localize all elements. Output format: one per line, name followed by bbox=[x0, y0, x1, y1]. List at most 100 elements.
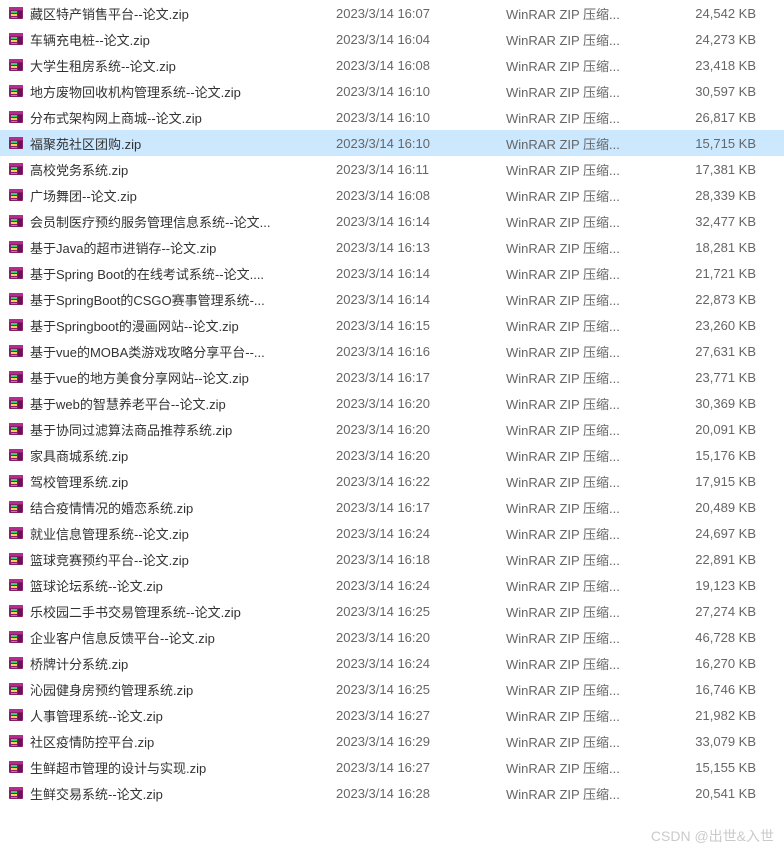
file-size: 30,597 KB bbox=[666, 84, 766, 99]
file-date: 2023/3/14 16:20 bbox=[336, 422, 506, 437]
file-type: WinRAR ZIP 压缩... bbox=[506, 56, 666, 75]
zip-archive-icon bbox=[6, 421, 26, 437]
file-row[interactable]: 基于vue的地方美食分享网站--论文.zip2023/3/14 16:17Win… bbox=[0, 364, 784, 390]
file-name: 就业信息管理系统--论文.zip bbox=[26, 524, 336, 543]
file-size: 22,891 KB bbox=[666, 552, 766, 567]
zip-archive-icon bbox=[6, 395, 26, 411]
file-date: 2023/3/14 16:25 bbox=[336, 604, 506, 619]
file-row[interactable]: 篮球论坛系统--论文.zip2023/3/14 16:24WinRAR ZIP … bbox=[0, 572, 784, 598]
file-size: 15,715 KB bbox=[666, 136, 766, 151]
file-date: 2023/3/14 16:14 bbox=[336, 266, 506, 281]
file-row[interactable]: 桥牌计分系统.zip2023/3/14 16:24WinRAR ZIP 压缩..… bbox=[0, 650, 784, 676]
file-size: 27,631 KB bbox=[666, 344, 766, 359]
file-row[interactable]: 基于Springboot的漫画网站--论文.zip2023/3/14 16:15… bbox=[0, 312, 784, 338]
file-name: 基于Spring Boot的在线考试系统--论文.... bbox=[26, 264, 336, 283]
file-type: WinRAR ZIP 压缩... bbox=[506, 732, 666, 751]
file-type: WinRAR ZIP 压缩... bbox=[506, 342, 666, 361]
file-date: 2023/3/14 16:27 bbox=[336, 708, 506, 723]
zip-archive-icon bbox=[6, 707, 26, 723]
zip-archive-icon bbox=[6, 655, 26, 671]
file-size: 23,418 KB bbox=[666, 58, 766, 73]
file-row[interactable]: 高校党务系统.zip2023/3/14 16:11WinRAR ZIP 压缩..… bbox=[0, 156, 784, 182]
file-name: 地方废物回收机构管理系统--论文.zip bbox=[26, 82, 336, 101]
zip-archive-icon bbox=[6, 31, 26, 47]
file-type: WinRAR ZIP 压缩... bbox=[506, 654, 666, 673]
zip-archive-icon bbox=[6, 265, 26, 281]
file-name: 沁园健身房预约管理系统.zip bbox=[26, 680, 336, 699]
file-size: 20,489 KB bbox=[666, 500, 766, 515]
file-type: WinRAR ZIP 压缩... bbox=[506, 134, 666, 153]
file-row[interactable]: 就业信息管理系统--论文.zip2023/3/14 16:24WinRAR ZI… bbox=[0, 520, 784, 546]
zip-archive-icon bbox=[6, 291, 26, 307]
zip-archive-icon bbox=[6, 603, 26, 619]
file-row[interactable]: 篮球竞赛预约平台--论文.zip2023/3/14 16:18WinRAR ZI… bbox=[0, 546, 784, 572]
zip-archive-icon bbox=[6, 135, 26, 151]
file-name: 会员制医疗预约服务管理信息系统--论文... bbox=[26, 212, 336, 231]
file-row[interactable]: 车辆充电桩--论文.zip2023/3/14 16:04WinRAR ZIP 压… bbox=[0, 26, 784, 52]
file-type: WinRAR ZIP 压缩... bbox=[506, 420, 666, 439]
zip-archive-icon bbox=[6, 109, 26, 125]
file-size: 26,817 KB bbox=[666, 110, 766, 125]
file-type: WinRAR ZIP 压缩... bbox=[506, 758, 666, 777]
file-type: WinRAR ZIP 压缩... bbox=[506, 394, 666, 413]
file-row[interactable]: 生鲜超市管理的设计与实现.zip2023/3/14 16:27WinRAR ZI… bbox=[0, 754, 784, 780]
file-size: 16,270 KB bbox=[666, 656, 766, 671]
file-type: WinRAR ZIP 压缩... bbox=[506, 290, 666, 309]
zip-archive-icon bbox=[6, 343, 26, 359]
zip-archive-icon bbox=[6, 473, 26, 489]
file-date: 2023/3/14 16:16 bbox=[336, 344, 506, 359]
file-row[interactable]: 沁园健身房预约管理系统.zip2023/3/14 16:25WinRAR ZIP… bbox=[0, 676, 784, 702]
file-type: WinRAR ZIP 压缩... bbox=[506, 30, 666, 49]
file-row[interactable]: 基于web的智慧养老平台--论文.zip2023/3/14 16:20WinRA… bbox=[0, 390, 784, 416]
file-row[interactable]: 会员制医疗预约服务管理信息系统--论文...2023/3/14 16:14Win… bbox=[0, 208, 784, 234]
zip-archive-icon bbox=[6, 161, 26, 177]
file-name: 基于Springboot的漫画网站--论文.zip bbox=[26, 316, 336, 335]
file-date: 2023/3/14 16:20 bbox=[336, 396, 506, 411]
file-type: WinRAR ZIP 压缩... bbox=[506, 368, 666, 387]
file-size: 23,260 KB bbox=[666, 318, 766, 333]
zip-archive-icon bbox=[6, 759, 26, 775]
file-name: 企业客户信息反馈平台--论文.zip bbox=[26, 628, 336, 647]
file-date: 2023/3/14 16:10 bbox=[336, 136, 506, 151]
file-name: 车辆充电桩--论文.zip bbox=[26, 30, 336, 49]
file-name: 生鲜超市管理的设计与实现.zip bbox=[26, 758, 336, 777]
file-size: 22,873 KB bbox=[666, 292, 766, 307]
file-row[interactable]: 基于vue的MOBA类游戏攻略分享平台--...2023/3/14 16:16W… bbox=[0, 338, 784, 364]
file-row[interactable]: 基于Java的超市进销存--论文.zip2023/3/14 16:13WinRA… bbox=[0, 234, 784, 260]
file-date: 2023/3/14 16:24 bbox=[336, 656, 506, 671]
file-row[interactable]: 结合疫情情况的婚恋系统.zip2023/3/14 16:17WinRAR ZIP… bbox=[0, 494, 784, 520]
file-row[interactable]: 基于协同过滤算法商品推荐系统.zip2023/3/14 16:20WinRAR … bbox=[0, 416, 784, 442]
file-type: WinRAR ZIP 压缩... bbox=[506, 316, 666, 335]
file-size: 24,542 KB bbox=[666, 6, 766, 21]
file-row[interactable]: 广场舞团--论文.zip2023/3/14 16:08WinRAR ZIP 压缩… bbox=[0, 182, 784, 208]
file-date: 2023/3/14 16:10 bbox=[336, 110, 506, 125]
zip-archive-icon bbox=[6, 785, 26, 801]
file-row[interactable]: 基于SpringBoot的CSGO赛事管理系统-...2023/3/14 16:… bbox=[0, 286, 784, 312]
zip-archive-icon bbox=[6, 499, 26, 515]
file-row[interactable]: 地方废物回收机构管理系统--论文.zip2023/3/14 16:10WinRA… bbox=[0, 78, 784, 104]
file-row[interactable]: 大学生租房系统--论文.zip2023/3/14 16:08WinRAR ZIP… bbox=[0, 52, 784, 78]
file-row[interactable]: 家具商城系统.zip2023/3/14 16:20WinRAR ZIP 压缩..… bbox=[0, 442, 784, 468]
file-row[interactable]: 基于Spring Boot的在线考试系统--论文....2023/3/14 16… bbox=[0, 260, 784, 286]
zip-archive-icon bbox=[6, 213, 26, 229]
file-row[interactable]: 分布式架构网上商城--论文.zip2023/3/14 16:10WinRAR Z… bbox=[0, 104, 784, 130]
file-row[interactable]: 社区疫情防控平台.zip2023/3/14 16:29WinRAR ZIP 压缩… bbox=[0, 728, 784, 754]
file-name: 篮球论坛系统--论文.zip bbox=[26, 576, 336, 595]
file-name: 福聚苑社区团购.zip bbox=[26, 134, 336, 153]
file-date: 2023/3/14 16:20 bbox=[336, 630, 506, 645]
file-row[interactable]: 乐校园二手书交易管理系统--论文.zip2023/3/14 16:25WinRA… bbox=[0, 598, 784, 624]
file-name: 基于vue的MOBA类游戏攻略分享平台--... bbox=[26, 342, 336, 361]
file-date: 2023/3/14 16:18 bbox=[336, 552, 506, 567]
file-row[interactable]: 藏区特产销售平台--论文.zip2023/3/14 16:07WinRAR ZI… bbox=[0, 0, 784, 26]
file-name: 人事管理系统--论文.zip bbox=[26, 706, 336, 725]
file-row[interactable]: 福聚苑社区团购.zip2023/3/14 16:10WinRAR ZIP 压缩.… bbox=[0, 130, 784, 156]
zip-archive-icon bbox=[6, 57, 26, 73]
file-type: WinRAR ZIP 压缩... bbox=[506, 212, 666, 231]
file-size: 19,123 KB bbox=[666, 578, 766, 593]
file-row[interactable]: 驾校管理系统.zip2023/3/14 16:22WinRAR ZIP 压缩..… bbox=[0, 468, 784, 494]
file-size: 15,176 KB bbox=[666, 448, 766, 463]
zip-archive-icon bbox=[6, 525, 26, 541]
file-row[interactable]: 生鲜交易系统--论文.zip2023/3/14 16:28WinRAR ZIP … bbox=[0, 780, 784, 806]
file-row[interactable]: 企业客户信息反馈平台--论文.zip2023/3/14 16:20WinRAR … bbox=[0, 624, 784, 650]
file-row[interactable]: 人事管理系统--论文.zip2023/3/14 16:27WinRAR ZIP … bbox=[0, 702, 784, 728]
